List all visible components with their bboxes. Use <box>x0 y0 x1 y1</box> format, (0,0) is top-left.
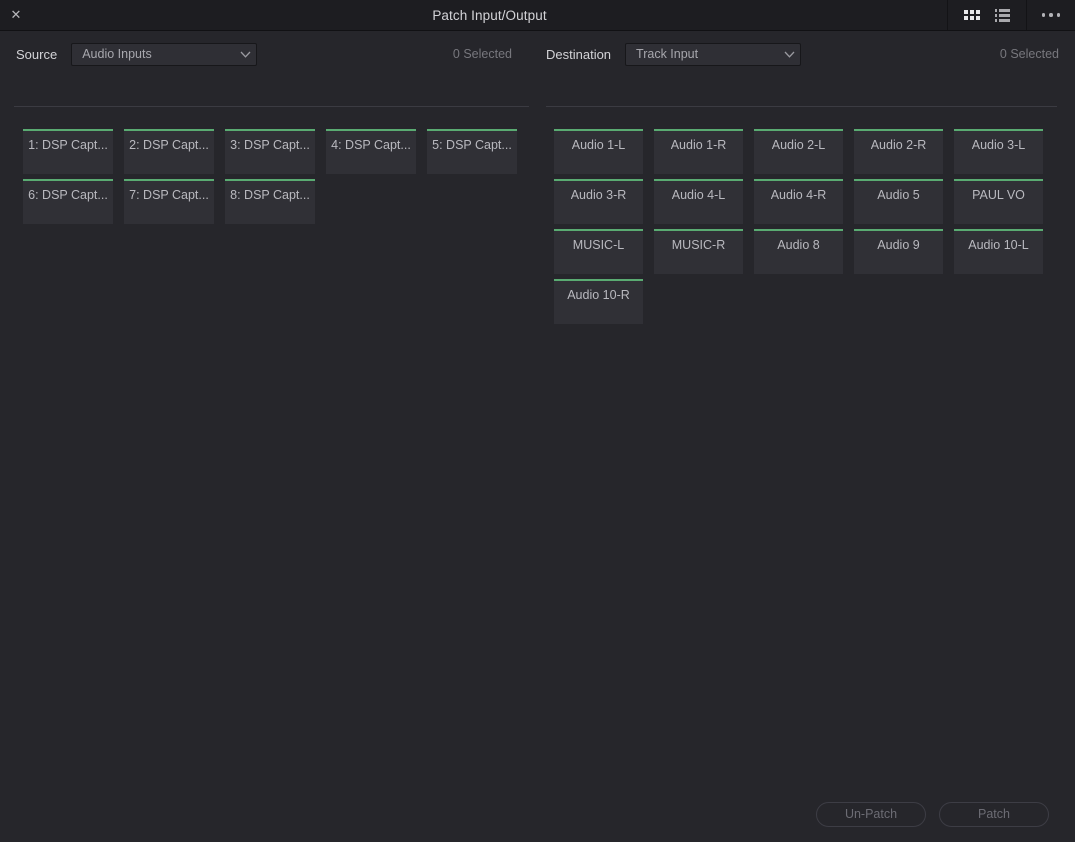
window-title: Patch Input/Output <box>432 7 547 23</box>
source-card-label: 2: DSP Capt... <box>129 138 209 152</box>
source-card[interactable]: 8: DSP Capt... <box>225 179 315 224</box>
window-titlebar: ✕ Patch Input/Output <box>0 0 1075 31</box>
destination-card[interactable]: Audio 1-R <box>654 129 743 174</box>
destination-card[interactable]: Audio 8 <box>754 229 843 274</box>
source-card-label: 8: DSP Capt... <box>230 188 310 202</box>
source-divider <box>14 106 529 107</box>
footer-actions: Un-Patch Patch <box>0 786 1075 842</box>
destination-card-label: Audio 3-R <box>570 188 627 202</box>
chevron-down-icon <box>234 51 256 58</box>
destination-card-label: MUSIC-L <box>572 238 625 252</box>
source-type-value: Audio Inputs <box>82 47 152 61</box>
list-view-button[interactable] <box>989 0 1015 31</box>
destination-card-label: Audio 1-R <box>670 138 727 152</box>
destination-label: Destination <box>546 46 612 62</box>
destination-type-dropdown[interactable]: Track Input <box>625 42 802 66</box>
destination-card-label: Audio 8 <box>777 238 820 252</box>
destination-card-label: Audio 3-L <box>971 138 1026 152</box>
patch-button[interactable]: Patch <box>939 801 1049 827</box>
destination-card[interactable]: Audio 10-R <box>554 279 643 324</box>
source-card-grid: 1: DSP Capt... 2: DSP Capt... 3: DSP Capt.… <box>23 129 529 224</box>
source-card-label: 4: DSP Capt... <box>331 138 411 152</box>
destination-divider <box>546 106 1057 107</box>
list-view-icon <box>994 8 1010 22</box>
view-mode-group <box>947 0 1026 30</box>
destination-card[interactable]: Audio 2-L <box>754 129 843 174</box>
destination-card-label: PAUL VO <box>972 188 1025 202</box>
more-options-icon <box>1041 13 1061 17</box>
source-card[interactable]: 1: DSP Capt... <box>23 129 113 174</box>
destination-panel-header: Destination Track Input 0 Selected <box>530 31 1075 77</box>
source-card[interactable]: 2: DSP Capt... <box>124 129 214 174</box>
titlebar-actions <box>947 0 1075 30</box>
close-icon: ✕ <box>10 7 22 23</box>
destination-card[interactable]: Audio 5 <box>854 179 943 224</box>
destination-card-grid: Audio 1-L Audio 1-R Audio 2-L Audio 2-R Audi… <box>554 129 1059 324</box>
destination-card-label: Audio 4-L <box>671 188 726 202</box>
destination-card[interactable]: MUSIC-R <box>654 229 743 274</box>
destination-type-value: Track Input <box>636 47 699 61</box>
patch-io-window: ✕ Patch Input/Output Source Audio Inputs… <box>0 0 1075 842</box>
destination-card[interactable]: Audio 2-R <box>854 129 943 174</box>
more-options-button[interactable] <box>1038 0 1064 31</box>
source-card-label: 7: DSP Capt... <box>129 188 209 202</box>
destination-card-label: Audio 9 <box>877 238 920 252</box>
destination-card[interactable]: Audio 1-L <box>554 129 643 174</box>
destination-card-label: Audio 1-L <box>571 138 626 152</box>
destination-card-label: Audio 5 <box>877 188 920 202</box>
source-card-label: 6: DSP Capt... <box>28 188 108 202</box>
source-type-dropdown[interactable]: Audio Inputs <box>71 42 258 66</box>
destination-card[interactable]: Audio 3-L <box>954 129 1043 174</box>
destination-card[interactable]: MUSIC-L <box>554 229 643 274</box>
destination-card-label: Audio 2-L <box>771 138 826 152</box>
grid-view-button[interactable] <box>959 0 985 31</box>
source-card-label: 3: DSP Capt... <box>230 138 310 152</box>
destination-card-label: Audio 2-R <box>870 138 927 152</box>
destination-card[interactable]: PAUL VO <box>954 179 1043 224</box>
destination-card-label: MUSIC-R <box>671 238 726 252</box>
destination-card-label: Audio 10-R <box>567 288 630 302</box>
source-card-label: 1: DSP Capt... <box>28 138 108 152</box>
source-card[interactable]: 3: DSP Capt... <box>225 129 315 174</box>
destination-card-label: Audio 4-R <box>770 188 827 202</box>
destination-card[interactable]: Audio 9 <box>854 229 943 274</box>
source-selected-count: 0 Selected <box>452 47 512 61</box>
close-window-button[interactable]: ✕ <box>0 0 32 30</box>
source-card[interactable]: 6: DSP Capt... <box>23 179 113 224</box>
source-card[interactable]: 7: DSP Capt... <box>124 179 214 224</box>
source-card-label: 5: DSP Capt... <box>432 138 512 152</box>
source-label: Source <box>16 46 58 62</box>
source-card[interactable]: 5: DSP Capt... <box>427 129 517 174</box>
source-card[interactable]: 4: DSP Capt... <box>326 129 416 174</box>
un-patch-button[interactable]: Un-Patch <box>816 801 926 827</box>
destination-selected-count: 0 Selected <box>999 47 1059 61</box>
destination-card[interactable]: Audio 4-L <box>654 179 743 224</box>
source-panel-header: Source Audio Inputs 0 Selected <box>0 31 530 77</box>
destination-card[interactable]: Audio 3-R <box>554 179 643 224</box>
chevron-down-icon <box>778 51 800 58</box>
more-options-group <box>1026 0 1075 30</box>
destination-card-label: Audio 10-L <box>968 238 1029 252</box>
grid-view-icon <box>964 10 980 20</box>
destination-card[interactable]: Audio 4-R <box>754 179 843 224</box>
destination-card[interactable]: Audio 10-L <box>954 229 1043 274</box>
patch-body: Source Audio Inputs 0 Selected Destinati… <box>0 31 1075 842</box>
